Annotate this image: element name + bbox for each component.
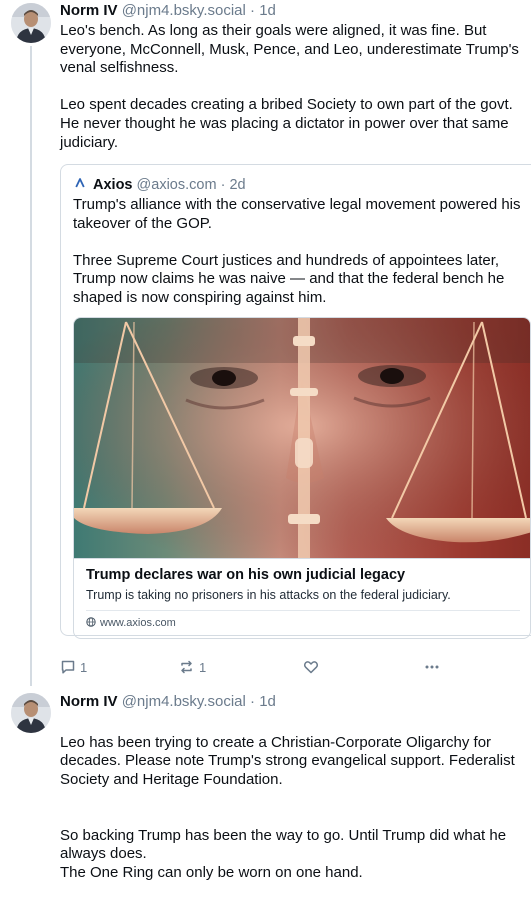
- quote-header: Axios @axios.com · 2d: [73, 175, 246, 195]
- link-preview-card[interactable]: Trump declares war on his own judicial l…: [73, 317, 531, 639]
- more-options-button[interactable]: [424, 656, 440, 678]
- avatar-photo: [11, 693, 51, 733]
- post-time[interactable]: 1d: [259, 693, 276, 710]
- reply-count: 1: [80, 659, 88, 675]
- avatar-photo: [11, 3, 51, 43]
- post-header: Norm IV @njm4.bsky.social · 1d: [60, 1, 276, 21]
- post-paragraph: Leo's bench. As long as their goals were…: [60, 22, 519, 77]
- repost-icon: [178, 659, 195, 675]
- post[interactable]: Norm IV @njm4.bsky.social · 1d Leo's ben…: [0, 0, 531, 686]
- post-paragraph: Leo has been trying to create a Christia…: [60, 733, 515, 788]
- post-header: Norm IV @njm4.bsky.social · 1d: [60, 692, 276, 712]
- like-button[interactable]: [303, 656, 319, 678]
- repost-count: 1: [199, 659, 207, 675]
- separator-dot: ·: [250, 2, 256, 19]
- axios-logo-icon: [73, 176, 87, 190]
- post-text: Leo has been trying to create a Christia…: [60, 715, 531, 901]
- card-domain: www.axios.com: [86, 615, 176, 631]
- author-name[interactable]: Norm IV: [60, 693, 118, 710]
- card-domain-text: www.axios.com: [100, 617, 176, 629]
- author-avatar[interactable]: [11, 3, 51, 43]
- separator-dot: ·: [250, 693, 256, 710]
- reply-button[interactable]: 1: [60, 656, 87, 678]
- author-avatar[interactable]: [11, 693, 51, 733]
- heart-icon: [303, 659, 319, 675]
- reply-icon: [60, 659, 76, 675]
- post-time[interactable]: 1d: [259, 2, 276, 19]
- quote-time[interactable]: 2d: [229, 177, 245, 193]
- post-actions: 1 1: [60, 656, 480, 678]
- globe-icon: [86, 616, 96, 627]
- post-text: Leo's bench. As long as their goals were…: [60, 22, 531, 152]
- quote-text: Trump's alliance with the conservative l…: [73, 196, 529, 308]
- post-paragraph: So backing Trump has been the way to go.…: [60, 826, 507, 881]
- article-thumbnail-image: [74, 318, 530, 558]
- card-title[interactable]: Trump declares war on his own judicial l…: [86, 565, 516, 585]
- author-name[interactable]: Norm IV: [60, 2, 118, 19]
- quoted-post[interactable]: Axios @axios.com · 2d Trump's alliance w…: [60, 164, 531, 639]
- author-handle[interactable]: @njm4.bsky.social: [122, 693, 246, 710]
- card-divider: [74, 558, 530, 559]
- card-description: Trump is taking no prisoners in his atta…: [86, 588, 451, 602]
- quote-paragraph: Trump's alliance with the conservative l…: [73, 196, 521, 232]
- thread-line: [30, 46, 32, 686]
- repost-button[interactable]: 1: [178, 656, 206, 678]
- quote-author-name[interactable]: Axios: [93, 177, 133, 193]
- more-dots-icon: [424, 659, 440, 675]
- card-divider: [86, 610, 520, 611]
- post[interactable]: Norm IV @njm4.bsky.social · 1d Leo has b…: [0, 686, 531, 881]
- quote-author-handle[interactable]: @axios.com: [137, 177, 217, 193]
- separator-dot: ·: [220, 177, 226, 193]
- post-paragraph: Leo spent decades creating a bribed Soci…: [60, 96, 513, 151]
- quote-paragraph: Three Supreme Court justices and hundred…: [73, 251, 505, 306]
- author-handle[interactable]: @njm4.bsky.social: [122, 2, 246, 19]
